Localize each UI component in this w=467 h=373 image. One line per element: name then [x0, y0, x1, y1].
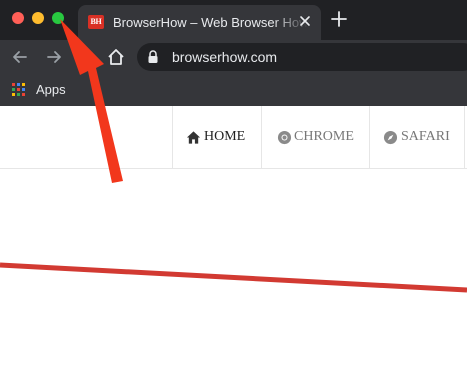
- compass-icon: [383, 130, 398, 145]
- site-favicon: BH: [88, 15, 104, 29]
- chrome-icon: [277, 130, 292, 145]
- site-navigation: HOME CHROME SAFARI: [0, 106, 467, 169]
- window-close-button[interactable]: [12, 12, 24, 24]
- bookmarks-bar: Apps: [0, 74, 467, 106]
- window-minimize-button[interactable]: [32, 12, 44, 24]
- tab-strip: BH BrowserHow – Web Browser How-To: [0, 0, 467, 40]
- apps-grid-icon[interactable]: [12, 83, 25, 96]
- close-icon[interactable]: [297, 13, 313, 29]
- nav-item-home[interactable]: HOME: [172, 106, 261, 169]
- browser-toolbar: browserhow.com: [0, 40, 467, 74]
- nav-item-label: SAFARI: [401, 129, 450, 144]
- new-tab-plus-icon[interactable]: [330, 10, 348, 28]
- address-bar[interactable]: browserhow.com: [137, 43, 467, 71]
- back-arrow-icon[interactable]: [10, 47, 30, 67]
- nav-item-chrome[interactable]: CHROME: [261, 106, 369, 169]
- forward-arrow-icon[interactable]: [44, 47, 64, 67]
- lock-icon[interactable]: [147, 50, 159, 64]
- active-tab[interactable]: BH BrowserHow – Web Browser How-To: [78, 5, 321, 40]
- apps-bookmark[interactable]: Apps: [36, 81, 66, 99]
- page-content: [0, 170, 467, 373]
- home-icon: [186, 131, 201, 144]
- window-maximize-button[interactable]: [52, 12, 64, 24]
- nav-item-safari[interactable]: SAFARI: [369, 106, 464, 169]
- tab-title: BrowserHow – Web Browser How-To: [113, 15, 308, 30]
- url-text[interactable]: browserhow.com: [172, 48, 277, 66]
- nav-item-label: CHROME: [294, 129, 354, 144]
- nav-item-label: HOME: [204, 129, 246, 144]
- home-icon[interactable]: [106, 47, 126, 67]
